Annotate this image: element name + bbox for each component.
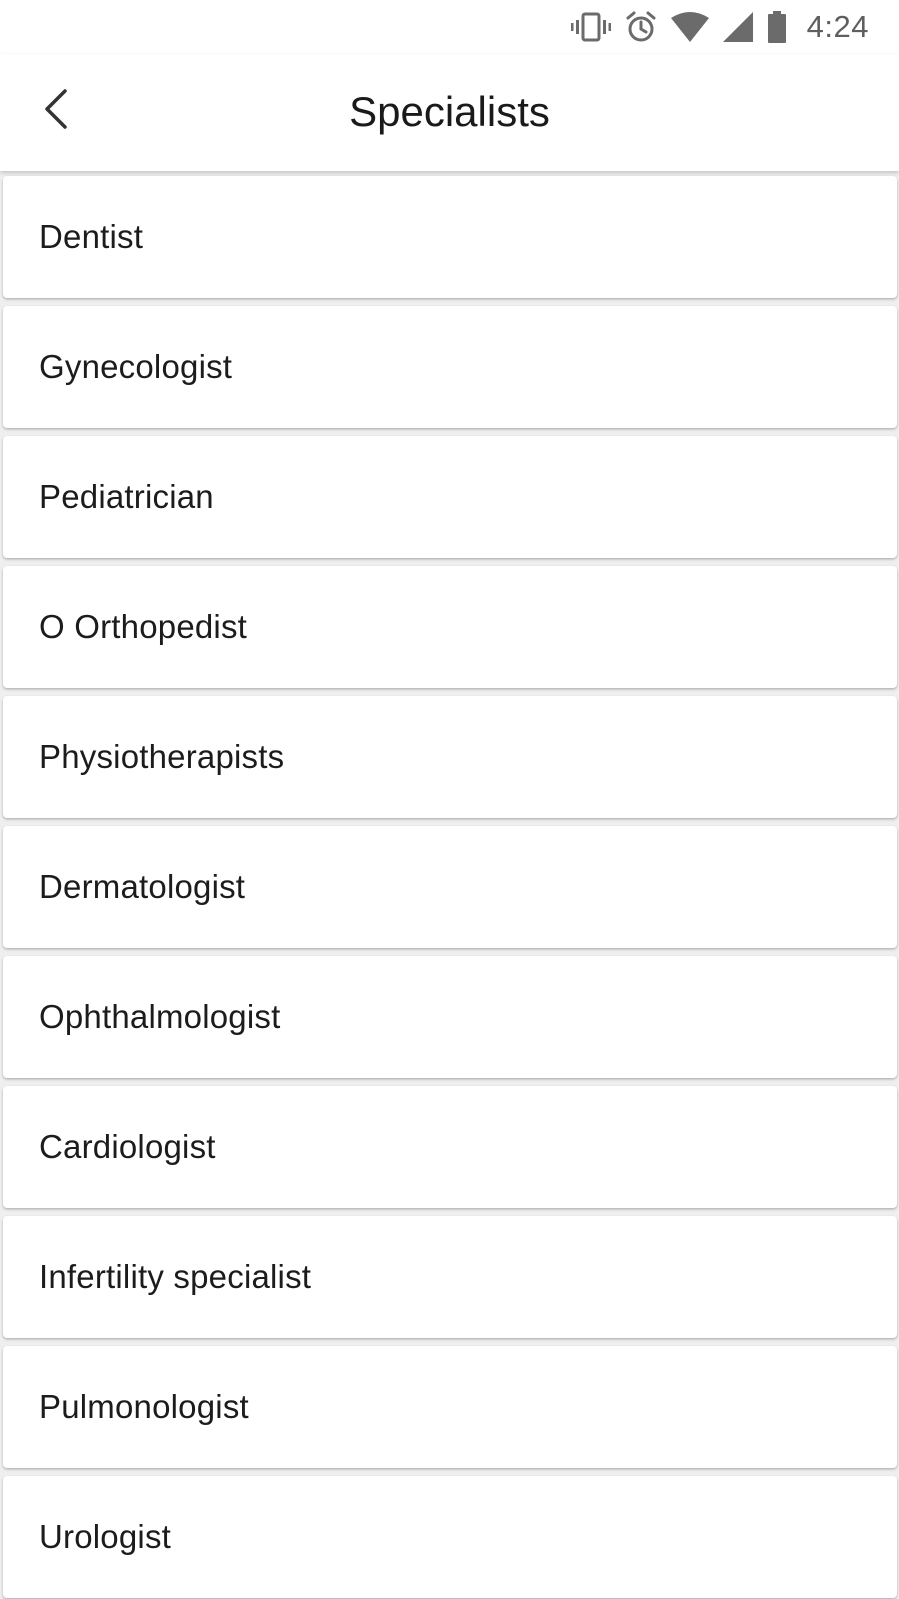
list-item-label: Ophthalmologist bbox=[39, 998, 281, 1035]
list-item-gynecologist[interactable]: Gynecologist bbox=[3, 306, 897, 428]
list-item-dentist[interactable]: Dentist bbox=[3, 176, 897, 298]
status-icons: 4:24 bbox=[570, 8, 869, 46]
list-item-label: Pediatrician bbox=[39, 478, 214, 515]
page-title: Specialists bbox=[349, 88, 550, 135]
list-item-infertility-specialist[interactable]: Infertility specialist bbox=[3, 1216, 897, 1338]
list-item-label: Cardiologist bbox=[39, 1128, 216, 1165]
alarm-icon bbox=[625, 11, 657, 43]
list-item-dermatologist[interactable]: Dermatologist bbox=[3, 826, 897, 948]
list-item-label: Urologist bbox=[39, 1518, 172, 1555]
list-item-ophthalmologist[interactable]: Ophthalmologist bbox=[3, 956, 897, 1078]
list-item-cardiologist[interactable]: Cardiologist bbox=[3, 1086, 897, 1208]
cellular-signal-icon bbox=[722, 12, 753, 42]
wifi-icon bbox=[670, 12, 709, 42]
list-item-label: Dentist bbox=[39, 218, 144, 255]
battery-icon bbox=[767, 11, 787, 43]
list-item-label: O Orthopedist bbox=[39, 608, 248, 645]
list-item-physiotherapists[interactable]: Physiotherapists bbox=[3, 696, 897, 818]
status-bar: 4:24 bbox=[0, 0, 899, 54]
list-item-label: Dermatologist bbox=[39, 868, 246, 905]
list-item-label: Gynecologist bbox=[39, 348, 233, 385]
list-item-label: Physiotherapists bbox=[39, 738, 285, 775]
status-time: 4:24 bbox=[806, 9, 869, 44]
vibrate-icon bbox=[570, 12, 611, 42]
list-item-pulmonologist[interactable]: Pulmonologist bbox=[3, 1346, 897, 1468]
list-item-label: Pulmonologist bbox=[39, 1388, 249, 1425]
list-item-orthopedist[interactable]: O Orthopedist bbox=[3, 566, 897, 688]
list-item-pediatrician[interactable]: Pediatrician bbox=[3, 436, 897, 558]
specialists-screen: 4:24 Specialists Dentist Gynecologist Pe… bbox=[0, 0, 899, 1599]
list-item-label: Infertility specialist bbox=[39, 1258, 312, 1295]
app-bar: Specialists bbox=[0, 54, 899, 171]
list-item-urologist[interactable]: Urologist bbox=[3, 1476, 897, 1598]
specialist-list: Dentist Gynecologist Pediatrician O Orth… bbox=[3, 176, 897, 1599]
